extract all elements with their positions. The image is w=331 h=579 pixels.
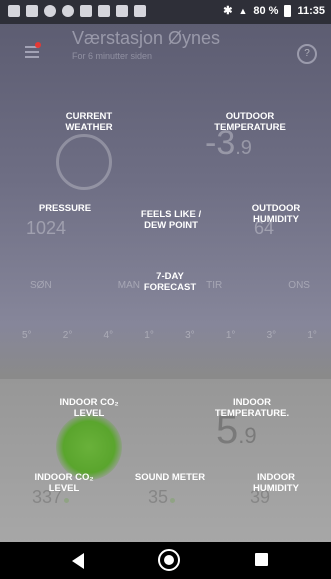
label-outdoor-temperature: OUTDOOR TEMPERATURE bbox=[214, 111, 286, 133]
label-indoor-temperature: INDOOR TEMPERATURE. bbox=[214, 397, 290, 419]
co2-indicator bbox=[56, 414, 122, 480]
gmail-icon bbox=[80, 5, 92, 17]
calendar-icon bbox=[116, 5, 128, 17]
label-indoor-co2-top: INDOOR CO₂ LEVEL bbox=[59, 397, 119, 419]
label-current-weather: CURRENT WEATHER bbox=[65, 111, 113, 133]
status-right: ✱ ▲ 80 % 11:35 bbox=[223, 4, 325, 17]
help-icon[interactable]: ? bbox=[297, 44, 317, 64]
clock: 11:35 bbox=[297, 4, 325, 17]
label-outdoor-humidity: OUTDOOR HUMIDITY bbox=[251, 203, 301, 225]
recents-icon[interactable] bbox=[255, 553, 268, 566]
battery-percent: 80 % bbox=[253, 4, 279, 17]
pressure-value: 1024 bbox=[26, 218, 67, 238]
label-sound-meter: SOUND METER bbox=[134, 472, 206, 483]
status-bar: ✱ ▲ 80 % 11:35 bbox=[0, 0, 331, 24]
back-icon[interactable] bbox=[72, 553, 84, 569]
facebook-icon bbox=[8, 5, 20, 17]
last-updated: For 6 minutter siden bbox=[72, 51, 153, 61]
sound-value: 35 bbox=[148, 487, 176, 508]
app-icon bbox=[62, 5, 74, 17]
header: Værstasjon Øynes For 6 minutter siden ? bbox=[0, 24, 331, 80]
navigation-bar bbox=[0, 542, 331, 579]
label-indoor-co2-bottom: INDOOR CO₂ LEVEL bbox=[34, 472, 94, 494]
signal-icon: ▲ bbox=[238, 5, 248, 16]
home-icon[interactable] bbox=[158, 549, 180, 571]
label-indoor-humidity: INDOOR HUMIDITY bbox=[253, 472, 299, 494]
sun-icon bbox=[56, 134, 112, 190]
alert-dot bbox=[35, 42, 41, 48]
forecast-temps: 5° 2° 4° 1° 3° 1° 3° 1° bbox=[22, 330, 317, 341]
station-name[interactable]: Værstasjon Øynes bbox=[72, 28, 220, 49]
app-screen: Værstasjon Øynes For 6 minutter siden ? … bbox=[0, 24, 331, 566]
bluetooth-icon: ✱ bbox=[223, 5, 233, 17]
battery-icon bbox=[284, 4, 292, 17]
label-feels-like: FEELS LIKE / DEW POINT bbox=[140, 209, 202, 231]
notification-icons bbox=[8, 5, 146, 17]
label-pressure: PRESSURE bbox=[38, 203, 92, 214]
flipboard-icon bbox=[26, 5, 38, 17]
activity-icon bbox=[134, 5, 146, 17]
minus-circle-icon bbox=[44, 5, 56, 17]
label-forecast: 7-DAY FORECAST bbox=[143, 271, 197, 293]
image-icon bbox=[98, 5, 110, 17]
